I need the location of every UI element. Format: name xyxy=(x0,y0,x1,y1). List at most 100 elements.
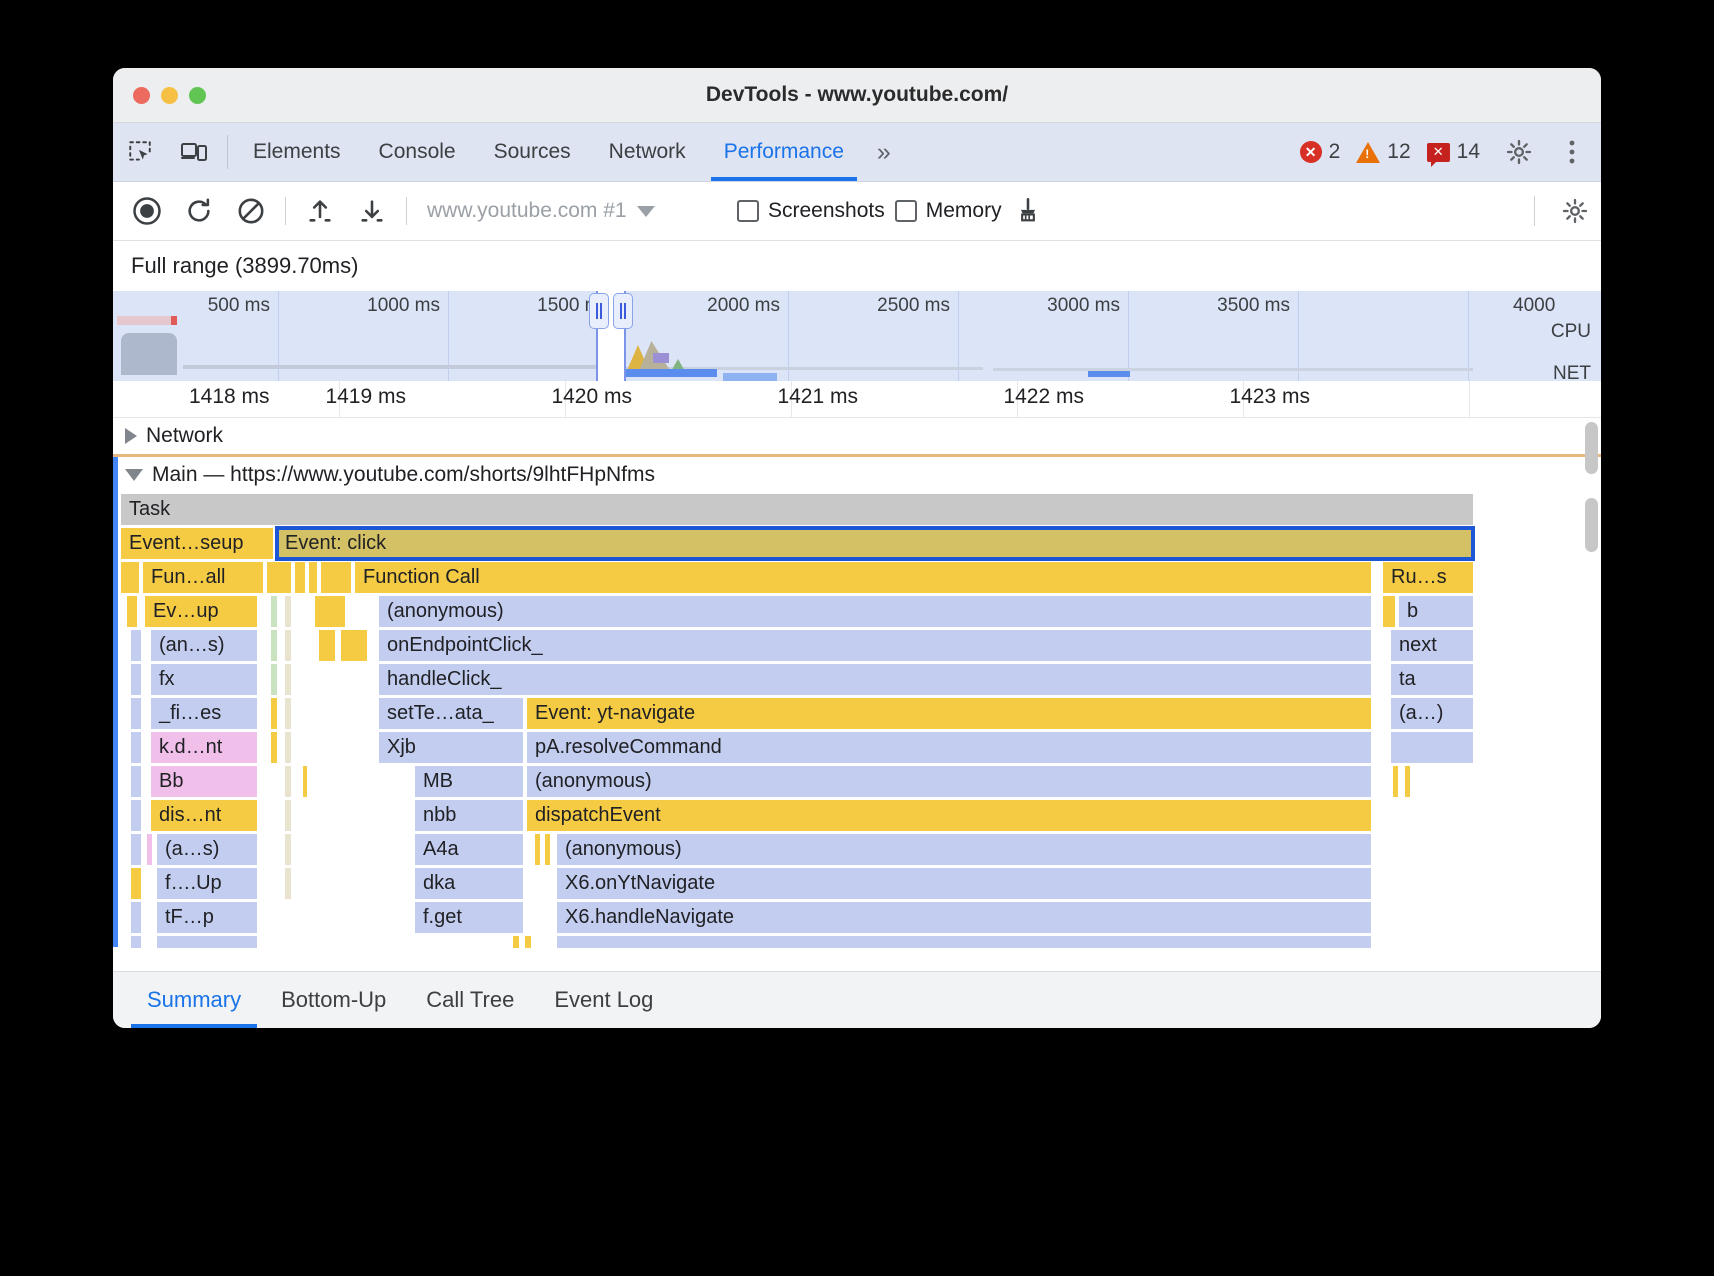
tracks-container[interactable]: Network Main — https://www.youtube.com/s… xyxy=(113,418,1601,971)
tracks-scrollbar-thumb-2[interactable] xyxy=(1585,498,1598,552)
flame-bar[interactable]: A4a xyxy=(415,834,523,865)
maximize-window-button[interactable] xyxy=(189,87,206,104)
tab-event-log[interactable]: Event Log xyxy=(534,972,673,1028)
close-window-button[interactable] xyxy=(133,87,150,104)
flame-bar[interactable] xyxy=(545,834,550,865)
flame-bar[interactable]: (a…s) xyxy=(157,834,257,865)
flame-bar[interactable]: f.get xyxy=(415,902,523,933)
track-network-header[interactable]: Network xyxy=(113,418,1601,454)
track-main-header[interactable]: Main — https://www.youtube.com/shorts/9l… xyxy=(113,457,1601,493)
flame-bar[interactable]: dispatchEvent xyxy=(527,800,1371,831)
flame-bar[interactable] xyxy=(285,766,291,797)
flame-bar[interactable]: _fi…es xyxy=(151,698,257,729)
overview-grip-right[interactable] xyxy=(613,293,633,329)
flame-bar[interactable]: Fun…all xyxy=(143,562,263,593)
flame-bar[interactable]: tF…p xyxy=(157,902,257,933)
flame-bar[interactable] xyxy=(131,766,141,797)
minimize-window-button[interactable] xyxy=(161,87,178,104)
flame-bar[interactable] xyxy=(303,766,307,797)
flame-bar[interactable] xyxy=(131,630,141,661)
recording-select[interactable]: www.youtube.com #1 xyxy=(415,199,727,223)
upload-profile-icon[interactable] xyxy=(294,197,346,225)
flame-bar[interactable]: X6.handleNavigate xyxy=(557,902,1371,933)
flame-bar[interactable]: Bb xyxy=(151,766,257,797)
flame-bar[interactable]: Ru…s xyxy=(1383,562,1473,593)
flame-bar[interactable] xyxy=(121,562,139,593)
flame-bar[interactable]: b xyxy=(1399,596,1473,627)
flame-bar[interactable] xyxy=(321,562,351,593)
flame-bar[interactable]: setTe…ata_ xyxy=(379,698,523,729)
screenshots-checkbox[interactable]: Screenshots xyxy=(737,199,885,223)
flame-bar[interactable] xyxy=(131,698,141,729)
reload-record-icon[interactable] xyxy=(173,197,225,225)
download-profile-icon[interactable] xyxy=(346,197,398,225)
flame-bar[interactable] xyxy=(285,834,291,865)
flame-chart[interactable]: Task Event…seup Event: click Fun…all Fun… xyxy=(113,493,1601,947)
tracks-scrollbar-thumb-1[interactable] xyxy=(1585,422,1598,474)
flame-bar[interactable] xyxy=(315,596,345,627)
capture-settings-gear-icon[interactable] xyxy=(1549,197,1601,225)
tab-elements[interactable]: Elements xyxy=(234,123,360,181)
flame-bar[interactable]: Xjb xyxy=(379,732,523,763)
flame-bar[interactable] xyxy=(131,664,141,695)
tab-sources[interactable]: Sources xyxy=(475,123,590,181)
flame-bar[interactable] xyxy=(271,630,277,661)
overview-grip-left[interactable] xyxy=(589,293,609,329)
flame-bar[interactable] xyxy=(1391,732,1473,763)
memory-checkbox[interactable]: Memory xyxy=(895,199,1002,223)
flame-bar-selected[interactable]: Event: click xyxy=(277,528,1473,559)
flame-bar[interactable]: nbb xyxy=(415,800,523,831)
inspect-element-icon[interactable] xyxy=(113,123,167,181)
flame-bar[interactable] xyxy=(513,936,519,948)
flame-bar[interactable] xyxy=(131,936,141,948)
device-toolbar-icon[interactable] xyxy=(167,123,221,181)
flame-bar[interactable] xyxy=(295,562,305,593)
flame-bar[interactable] xyxy=(271,698,277,729)
flame-bar[interactable]: Event…seup xyxy=(121,528,273,559)
flame-bar[interactable] xyxy=(319,630,335,661)
flame-bar[interactable]: X6.onYtNavigate xyxy=(557,868,1371,899)
flame-bar[interactable] xyxy=(525,936,531,948)
more-tabs-icon[interactable]: » xyxy=(863,123,901,181)
flame-bar[interactable] xyxy=(535,834,540,865)
settings-gear-icon[interactable] xyxy=(1496,138,1542,166)
tab-performance[interactable]: Performance xyxy=(705,123,863,181)
flame-bar[interactable]: Task xyxy=(121,494,1473,525)
flame-bar[interactable]: dis…nt xyxy=(151,800,257,831)
flame-bar[interactable]: ta xyxy=(1391,664,1473,695)
flame-bar[interactable] xyxy=(1383,596,1395,627)
flame-bar[interactable]: (an…s) xyxy=(151,630,257,661)
flame-bar[interactable] xyxy=(285,732,291,763)
flame-bar[interactable] xyxy=(1405,766,1410,797)
tab-call-tree[interactable]: Call Tree xyxy=(406,972,534,1028)
broom-icon[interactable] xyxy=(1002,197,1054,225)
flame-bar[interactable]: fx xyxy=(151,664,257,695)
flame-bar[interactable] xyxy=(131,732,141,763)
flame-bar[interactable]: Event: yt-navigate xyxy=(527,698,1371,729)
issues-counter[interactable]: ✕ 14 xyxy=(1427,140,1489,164)
error-counter[interactable]: ✕ 2 xyxy=(1300,140,1350,164)
flame-bar[interactable] xyxy=(285,868,291,899)
flame-bar[interactable]: (a…) xyxy=(1391,698,1473,729)
flame-bar[interactable] xyxy=(157,936,257,948)
flame-bar[interactable]: dka xyxy=(415,868,523,899)
flame-bar[interactable]: pA.resolveCommand xyxy=(527,732,1371,763)
flame-bar[interactable]: Function Call xyxy=(355,562,1371,593)
flame-bar[interactable] xyxy=(271,596,277,627)
warning-counter[interactable]: 12 xyxy=(1356,140,1419,164)
tab-console[interactable]: Console xyxy=(360,123,475,181)
flame-bar[interactable]: (anonymous) xyxy=(557,834,1371,865)
flame-bar[interactable]: handleClick_ xyxy=(379,664,1371,695)
flame-bar[interactable] xyxy=(285,630,291,661)
tab-bottom-up[interactable]: Bottom-Up xyxy=(261,972,406,1028)
flame-bar[interactable]: k.d…nt xyxy=(151,732,257,763)
timeline-overview[interactable]: 500 ms 1000 ms 1500 ms 2000 ms 2500 ms 3… xyxy=(113,291,1601,381)
kebab-menu-icon[interactable] xyxy=(1549,139,1595,165)
flame-bar[interactable]: onEndpointClick_ xyxy=(379,630,1371,661)
flame-bar[interactable] xyxy=(131,902,141,933)
flame-bar[interactable] xyxy=(285,698,291,729)
flame-bar[interactable]: Ev…up xyxy=(145,596,257,627)
flame-bar[interactable] xyxy=(131,800,141,831)
flame-bar[interactable]: MB xyxy=(415,766,523,797)
flame-bar[interactable] xyxy=(271,664,277,695)
